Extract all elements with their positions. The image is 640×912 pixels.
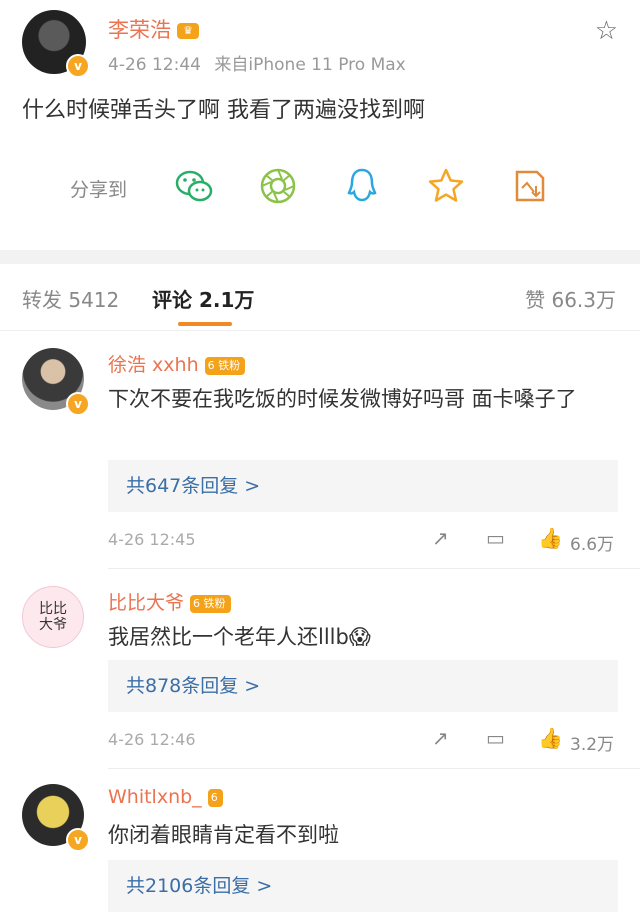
reply-icon[interactable]: ▭ (486, 526, 505, 550)
section-separator (0, 250, 640, 264)
comment-time: 4-26 12:45 (108, 530, 196, 549)
interaction-tabs: 转发 5412 评论 2.1万 赞 66.3万 (0, 264, 640, 331)
fan-badge: 6 铁粉 (204, 356, 246, 375)
commenter-name-text: 徐浩 xxhh (108, 354, 199, 376)
crown-badge-icon: ♛ (177, 23, 199, 39)
commenter-name[interactable]: 比比大爷 6 铁粉 (108, 588, 231, 615)
commenter-name-text: 比比大爷 (108, 592, 185, 614)
post-time: 4-26 12:44 (108, 55, 201, 75)
active-tab-indicator (178, 322, 232, 326)
favorites-star-icon[interactable] (426, 166, 466, 206)
verified-badge-icon: v (66, 828, 90, 852)
like-icon[interactable]: 👍 (538, 726, 563, 750)
view-replies-link[interactable]: 共2106条回复 > (108, 860, 618, 912)
commenter-name-text: Whitlxnb_ (108, 786, 202, 808)
comment-text: 下次不要在我吃饭的时候发微博好吗哥 面卡嗓子了 (108, 387, 577, 411)
post-text: 什么时候弹舌头了啊 我看了两遍没找到啊 (22, 98, 425, 123)
commenter-name[interactable]: 徐浩 xxhh 6 铁粉 (108, 350, 246, 377)
tab-likes[interactable]: 赞 66.3万 (525, 284, 616, 313)
post-source: 来自iPhone 11 Pro Max (214, 55, 406, 75)
repost-icon[interactable]: ↗ (432, 726, 449, 750)
like-count: 6.6万 (570, 535, 615, 555)
repost-icon[interactable]: ↗ (432, 526, 449, 550)
qq-icon[interactable] (342, 166, 382, 206)
fan-badge: 6 (207, 788, 223, 807)
commenter-avatar[interactable]: 比比大爷 (22, 586, 84, 648)
like-count: 3.2万 (570, 735, 615, 755)
like-icon[interactable]: 👍 (538, 526, 563, 550)
favorite-star-icon[interactable]: ☆ (595, 16, 618, 46)
view-replies-link[interactable]: 共647条回复 > (108, 460, 618, 512)
verified-badge-icon: v (66, 392, 90, 416)
author-name-text: 李荣浩 (108, 18, 171, 42)
commenter-name[interactable]: Whitlxnb_ 6 (108, 786, 223, 808)
comment-time: 4-26 12:46 (108, 730, 196, 749)
avatar-text: 比比大爷 (39, 601, 67, 633)
verified-badge-icon: v (66, 54, 90, 78)
fan-badge: 6 铁粉 (190, 594, 231, 613)
save-image-icon[interactable] (510, 166, 550, 206)
comment-divider (108, 768, 640, 769)
wechat-icon[interactable] (174, 166, 214, 206)
share-label: 分享到 (70, 179, 128, 201)
comment-text: 你闭着眼睛肯定看不到啦 (108, 823, 339, 847)
comment-text: 我居然比一个老年人还lllb😱 (108, 625, 371, 649)
view-replies-link[interactable]: 共878条回复 > (108, 660, 618, 712)
moments-icon[interactable] (258, 166, 298, 206)
weibo-post: v 李荣浩 ♛ 4-26 12:44 来自iPhone 11 Pro Max ☆ … (0, 0, 640, 250)
tab-comments[interactable]: 评论 2.1万 (152, 284, 254, 313)
post-meta: 4-26 12:44 来自iPhone 11 Pro Max (108, 50, 406, 75)
reply-icon[interactable]: ▭ (486, 726, 505, 750)
author-name[interactable]: 李荣浩 ♛ (108, 14, 199, 44)
tab-repost[interactable]: 转发 5412 (22, 284, 119, 313)
comment-divider (108, 568, 640, 569)
